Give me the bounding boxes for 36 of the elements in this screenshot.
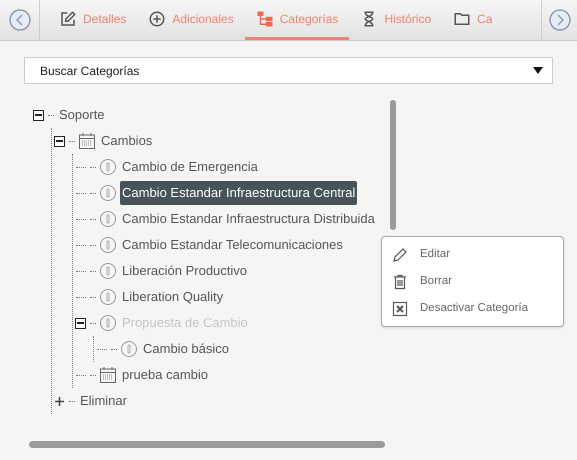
tree-item[interactable]: Soporte xyxy=(57,103,107,127)
tree-item[interactable]: prueba cambio xyxy=(120,363,210,387)
expand-icon[interactable] xyxy=(54,396,65,406)
calendar-icon xyxy=(78,132,96,150)
menu-item[interactable]: Borrar xyxy=(382,268,563,295)
info-bubble-icon xyxy=(99,210,117,228)
info-bubble-icon xyxy=(99,236,117,254)
category-dropdown[interactable]: Buscar Categorías xyxy=(24,57,553,84)
tree-item[interactable]: Liberación Productivo xyxy=(120,259,250,283)
info-bubble-icon xyxy=(99,184,117,202)
info-bubble-icon xyxy=(120,340,138,358)
tree-item[interactable]: Cambio Estandar Telecomunicaciones xyxy=(120,233,345,257)
horizontal-scrollbar[interactable] xyxy=(29,441,385,448)
x-box-icon xyxy=(392,300,408,316)
pencil-icon xyxy=(392,246,408,262)
tree-item[interactable]: Eliminar xyxy=(78,389,129,413)
edit-icon xyxy=(59,10,77,28)
dropdown-arrow-icon xyxy=(533,67,543,74)
menu-item[interactable]: Desactivar Categoría xyxy=(382,295,563,322)
vertical-scrollbar[interactable] xyxy=(390,100,396,230)
info-bubble-icon xyxy=(99,262,117,280)
tree-item[interactable]: Cambio Estandar Infraestructura Distribuida xyxy=(120,207,377,231)
tree-icon xyxy=(256,10,274,28)
tree-item[interactable]: Cambio de Emergencia xyxy=(120,155,260,179)
plus-circle-icon xyxy=(148,10,166,28)
info-bubble-icon xyxy=(99,288,117,306)
tree-item[interactable]: Cambios xyxy=(99,129,154,153)
collapse-toggle[interactable] xyxy=(33,110,44,120)
info-bubble-icon xyxy=(99,314,117,332)
calendar-icon xyxy=(99,366,117,384)
collapse-toggle[interactable] xyxy=(54,136,65,146)
tree-item[interactable]: Liberation Quality xyxy=(120,285,226,309)
menu-item[interactable]: Editar xyxy=(382,241,563,268)
info-bubble-icon xyxy=(99,158,117,176)
tree-item[interactable]: Cambio Estandar Infraestructura Central xyxy=(120,181,358,205)
trash-icon xyxy=(392,274,408,290)
